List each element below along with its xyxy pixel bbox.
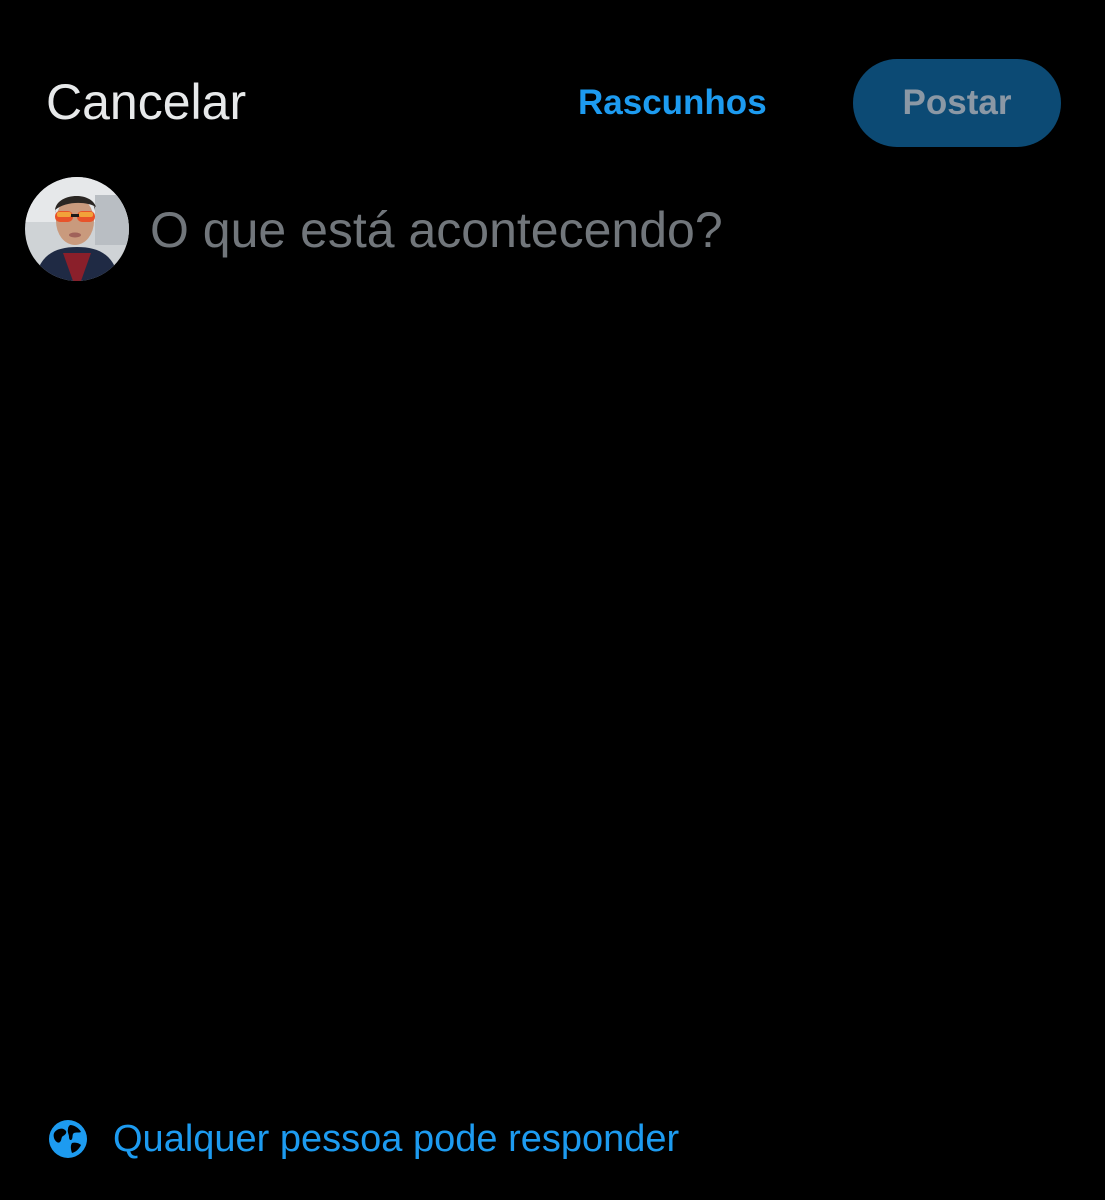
compose-text-input[interactable] (150, 195, 1050, 265)
drafts-button[interactable]: Rascunhos (578, 80, 767, 126)
compose-header: Cancelar Rascunhos Postar (0, 0, 1105, 170)
post-button[interactable]: Postar (853, 59, 1061, 147)
cancel-button[interactable]: Cancelar (46, 72, 246, 132)
reply-setting-button[interactable]: Qualquer pessoa pode responder (48, 1112, 679, 1166)
globe-icon (49, 1120, 87, 1158)
avatar[interactable] (25, 177, 129, 281)
avatar-image (25, 177, 129, 281)
reply-setting-label: Qualquer pessoa pode responder (113, 1118, 680, 1160)
